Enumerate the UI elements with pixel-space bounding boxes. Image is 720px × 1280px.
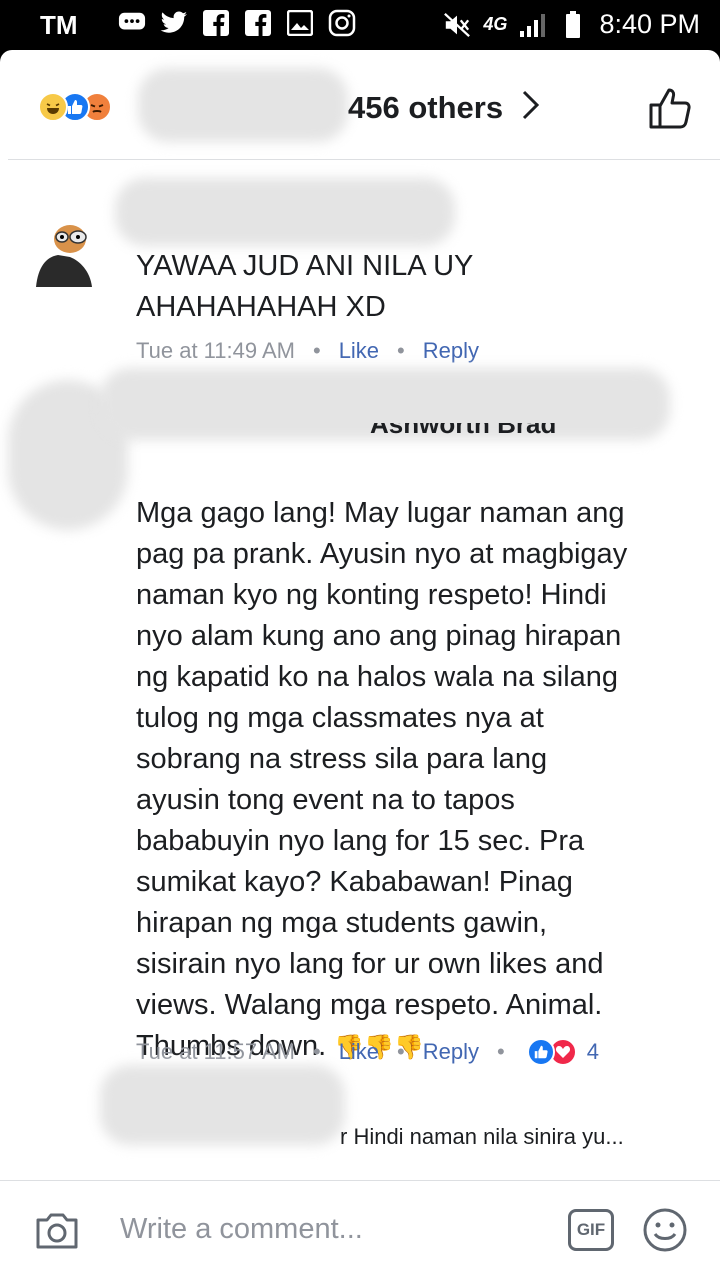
comment-meta: Tue at 11:57 AM • Like • Reply • 4 xyxy=(136,1038,599,1066)
like-icon xyxy=(526,1038,555,1066)
comments-panel: 456 others YAWAA JUD ANI NILA UY AHAHAHA… xyxy=(0,50,720,1280)
image-icon xyxy=(286,9,314,37)
carrier-label: TM xyxy=(40,10,78,40)
comment-composer: Write a comment... GIF xyxy=(0,1180,720,1280)
redacted-name xyxy=(115,178,455,246)
reply-button[interactable]: Reply xyxy=(423,1039,479,1065)
like-outline-icon[interactable] xyxy=(648,86,692,135)
comment-text: YAWAA JUD ANI NILA UY AHAHAHAHAH XD xyxy=(136,250,474,323)
comment-reactions[interactable]: 4 xyxy=(526,1038,599,1066)
chevron-right-icon[interactable] xyxy=(520,88,542,130)
reactions-summary[interactable]: 456 others xyxy=(8,50,720,160)
status-bar: TM 4G 8:40 PM xyxy=(0,0,720,50)
clock: 8:40 PM xyxy=(599,9,700,39)
comment-time: Tue at 11:57 AM xyxy=(136,1039,295,1064)
haha-icon xyxy=(38,92,68,122)
comment-meta: Tue at 11:49 AM • Like • Reply xyxy=(136,338,479,364)
like-button[interactable]: Like xyxy=(339,338,379,364)
system-status: 4G 8:40 PM xyxy=(443,9,700,40)
facebook-icon xyxy=(202,9,230,37)
redacted-names xyxy=(138,68,348,142)
commenter-name-fragment[interactable]: Ashworth Brad xyxy=(370,423,556,439)
comment-body: Mga gago lang! May lugar naman ang pag p… xyxy=(136,497,628,1062)
notification-icons xyxy=(118,9,356,37)
reaction-icons xyxy=(38,92,112,122)
twitter-icon xyxy=(160,9,188,37)
others-count[interactable]: 456 others xyxy=(348,90,503,126)
gif-button[interactable]: GIF xyxy=(568,1209,614,1251)
message-icon xyxy=(118,9,146,37)
reply-preview[interactable]: r Hindi naman nila sinira yu... xyxy=(340,1124,624,1150)
sticker-icon[interactable] xyxy=(642,1207,688,1258)
battery-icon xyxy=(559,10,587,39)
mute-icon xyxy=(443,11,471,39)
instagram-icon xyxy=(328,9,356,37)
network-label: 4G xyxy=(483,14,508,34)
like-button[interactable]: Like xyxy=(339,1039,379,1065)
reply-button[interactable]: Reply xyxy=(423,338,479,364)
camera-icon[interactable] xyxy=(34,1211,80,1256)
comment-input[interactable]: Write a comment... xyxy=(120,1213,363,1246)
avatar[interactable] xyxy=(32,203,96,287)
redacted-reply-name xyxy=(100,1065,345,1145)
signal-icon xyxy=(519,11,547,39)
comment-text: Mga gago lang! May lugar naman ang pag p… xyxy=(136,452,627,1068)
facebook-icon-2 xyxy=(244,9,272,37)
comment-time: Tue at 11:49 AM xyxy=(136,338,295,363)
reaction-count: 4 xyxy=(586,1039,599,1064)
